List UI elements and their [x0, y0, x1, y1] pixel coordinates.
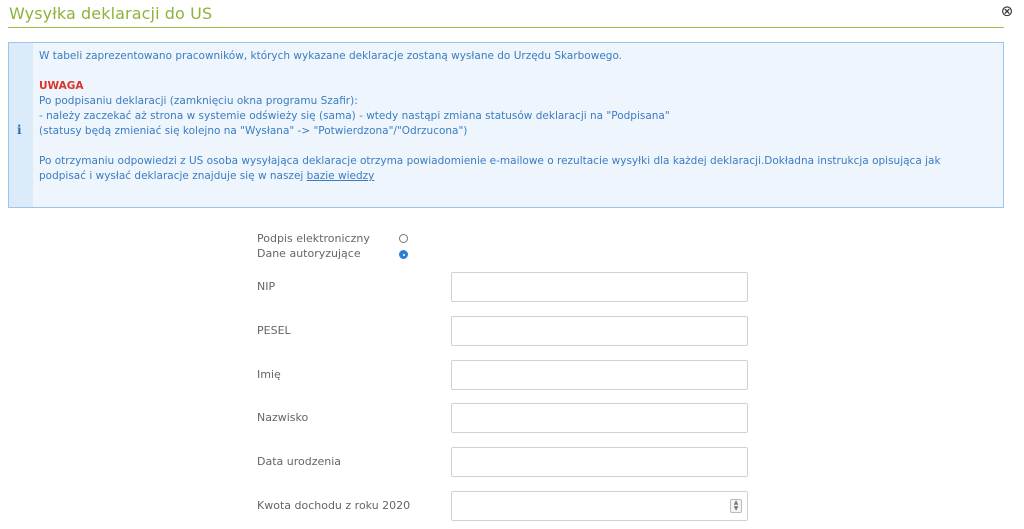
- info-icon: i: [17, 123, 22, 137]
- info-line: (statusy będą zmieniać się kolejno na "W…: [39, 125, 468, 137]
- info-line: Po otrzymaniu odpowiedzi z US osoba wysy…: [39, 155, 941, 167]
- info-line: W tabeli zaprezentowano pracowników, któ…: [39, 50, 623, 62]
- info-line-text: podpisać i wysłać deklaracje znajduje si…: [39, 170, 307, 182]
- knowledge-base-link[interactable]: bazie wiedzy: [307, 170, 375, 182]
- income-field[interactable]: [451, 491, 748, 521]
- income-label: Kwota dochodu z roku 2020: [257, 499, 411, 512]
- pesel-label: PESEL: [257, 324, 291, 337]
- info-line: Po podpisaniu deklaracji (zamknięciu okn…: [39, 95, 358, 107]
- info-line: - należy zaczekać aż strona w systemie o…: [39, 110, 670, 122]
- info-panel: i W tabeli zaprezentowano pracowników, k…: [8, 42, 1004, 208]
- info-line: podpisać i wysłać deklaracje znajduje si…: [39, 169, 993, 184]
- radio-auth-data[interactable]: [399, 250, 408, 259]
- nip-label: NIP: [257, 280, 276, 293]
- radio-label-electronic-signature: Podpis elektroniczny: [257, 232, 370, 245]
- last-name-label: Nazwisko: [257, 411, 309, 424]
- close-icon[interactable]: ⊗: [998, 2, 1016, 20]
- first-name-field[interactable]: [451, 360, 748, 390]
- income-stepper[interactable]: ▲ ▼: [730, 499, 742, 513]
- nip-field[interactable]: [451, 272, 748, 302]
- title-divider: [8, 27, 1004, 28]
- radio-label-auth-data: Dane autoryzujące: [257, 247, 361, 260]
- page-title: Wysyłka deklaracji do US: [9, 4, 213, 23]
- birth-date-field[interactable]: [451, 447, 748, 477]
- first-name-label: Imię: [257, 368, 281, 381]
- last-name-field[interactable]: [451, 403, 748, 433]
- radio-electronic-signature[interactable]: [399, 234, 408, 243]
- warning-title: UWAGA: [39, 80, 84, 92]
- pesel-field[interactable]: [451, 316, 748, 346]
- birth-date-label: Data urodzenia: [257, 455, 342, 468]
- info-text: W tabeli zaprezentowano pracowników, któ…: [39, 49, 993, 184]
